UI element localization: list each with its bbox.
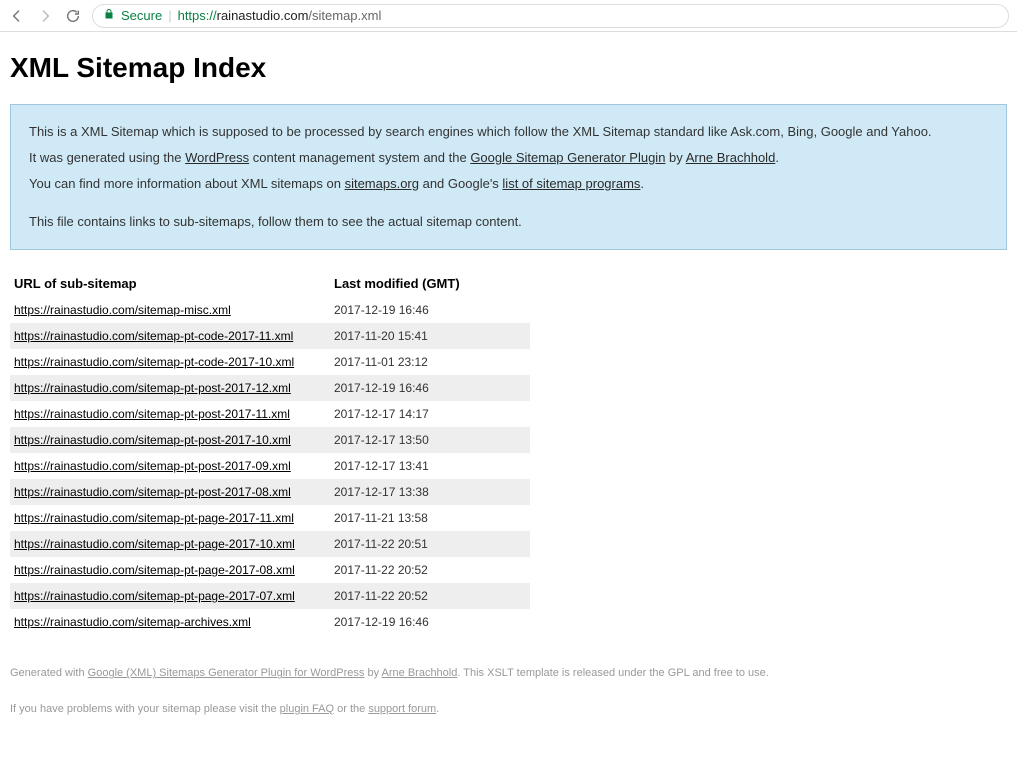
sitemap-link[interactable]: https://rainastudio.com/sitemap-pt-post-… xyxy=(14,485,291,499)
sitemap-url-cell: https://rainastudio.com/sitemap-archives… xyxy=(10,609,330,635)
wordpress-link[interactable]: WordPress xyxy=(185,150,249,165)
sitemap-date-cell: 2017-11-20 15:41 xyxy=(330,323,530,349)
sitemap-link[interactable]: https://rainastudio.com/sitemap-pt-post-… xyxy=(14,381,291,395)
sitemap-url-cell: https://rainastudio.com/sitemap-misc.xml xyxy=(10,297,330,323)
forward-button[interactable] xyxy=(36,7,54,25)
address-bar[interactable]: Secure | https://rainastudio.com/sitemap… xyxy=(92,4,1009,28)
page-content: XML Sitemap Index This is a XML Sitemap … xyxy=(0,32,1017,767)
sitemap-date-cell: 2017-11-01 23:12 xyxy=(330,349,530,375)
table-row: https://rainastudio.com/sitemap-pt-page-… xyxy=(10,531,530,557)
footer-problems: If you have problems with your sitemap p… xyxy=(10,701,1007,719)
sitemap-link[interactable]: https://rainastudio.com/sitemap-misc.xml xyxy=(14,303,231,317)
sitemap-url-cell: https://rainastudio.com/sitemap-pt-page-… xyxy=(10,557,330,583)
sitemap-date-cell: 2017-11-22 20:51 xyxy=(330,531,530,557)
table-row: https://rainastudio.com/sitemap-archives… xyxy=(10,609,530,635)
sitemap-link[interactable]: https://rainastudio.com/sitemap-pt-post-… xyxy=(14,459,291,473)
support-forum-link[interactable]: support forum xyxy=(368,703,436,715)
url-separator: | xyxy=(168,8,171,23)
sitemap-link[interactable]: https://rainastudio.com/sitemap-pt-page-… xyxy=(14,563,295,577)
sitemap-link[interactable]: https://rainastudio.com/sitemap-pt-code-… xyxy=(14,329,293,343)
sitemap-date-cell: 2017-12-19 16:46 xyxy=(330,297,530,323)
url-text: https://rainastudio.com/sitemap.xml xyxy=(178,8,382,23)
sitemap-date-cell: 2017-11-22 20:52 xyxy=(330,557,530,583)
sitemap-url-cell: https://rainastudio.com/sitemap-pt-post-… xyxy=(10,427,330,453)
sitemap-url-cell: https://rainastudio.com/sitemap-pt-page-… xyxy=(10,531,330,557)
sitemap-table: URL of sub-sitemap Last modified (GMT) h… xyxy=(10,270,530,635)
sitemap-date-cell: 2017-12-17 13:41 xyxy=(330,453,530,479)
plugin-link[interactable]: Google Sitemap Generator Plugin xyxy=(470,150,665,165)
secure-label: Secure xyxy=(121,8,162,23)
sitemap-link[interactable]: https://rainastudio.com/sitemap-pt-post-… xyxy=(14,407,290,421)
sitemap-url-cell: https://rainastudio.com/sitemap-pt-post-… xyxy=(10,401,330,427)
sitemap-programs-link[interactable]: list of sitemap programs xyxy=(502,176,640,191)
sitemap-link[interactable]: https://rainastudio.com/sitemap-archives… xyxy=(14,615,251,629)
sitemap-date-cell: 2017-11-21 13:58 xyxy=(330,505,530,531)
column-header-date: Last modified (GMT) xyxy=(330,270,530,297)
sitemap-url-cell: https://rainastudio.com/sitemap-pt-code-… xyxy=(10,323,330,349)
sitemap-date-cell: 2017-12-19 16:46 xyxy=(330,375,530,401)
info-line-3: You can find more information about XML … xyxy=(29,173,988,195)
plugin-faq-link[interactable]: plugin FAQ xyxy=(280,703,334,715)
table-row: https://rainastudio.com/sitemap-pt-post-… xyxy=(10,427,530,453)
sitemap-date-cell: 2017-12-19 16:46 xyxy=(330,609,530,635)
sitemap-url-cell: https://rainastudio.com/sitemap-pt-post-… xyxy=(10,375,330,401)
sitemap-url-cell: https://rainastudio.com/sitemap-pt-page-… xyxy=(10,583,330,609)
footer-generated: Generated with Google (XML) Sitemaps Gen… xyxy=(10,665,1007,683)
table-row: https://rainastudio.com/sitemap-pt-page-… xyxy=(10,557,530,583)
sitemap-url-cell: https://rainastudio.com/sitemap-pt-post-… xyxy=(10,453,330,479)
table-row: https://rainastudio.com/sitemap-misc.xml… xyxy=(10,297,530,323)
info-line-2: It was generated using the WordPress con… xyxy=(29,147,988,169)
table-row: https://rainastudio.com/sitemap-pt-code-… xyxy=(10,349,530,375)
sitemap-link[interactable]: https://rainastudio.com/sitemap-pt-post-… xyxy=(14,433,291,447)
footer-plugin-link[interactable]: Google (XML) Sitemaps Generator Plugin f… xyxy=(88,667,365,679)
sitemaps-org-link[interactable]: sitemaps.org xyxy=(345,176,419,191)
footer-author-link[interactable]: Arne Brachhold xyxy=(382,667,458,679)
footer: Generated with Google (XML) Sitemaps Gen… xyxy=(10,665,1007,718)
sitemap-link[interactable]: https://rainastudio.com/sitemap-pt-page-… xyxy=(14,511,294,525)
sitemap-url-cell: https://rainastudio.com/sitemap-pt-page-… xyxy=(10,505,330,531)
sitemap-link[interactable]: https://rainastudio.com/sitemap-pt-code-… xyxy=(14,355,294,369)
sitemap-link[interactable]: https://rainastudio.com/sitemap-pt-page-… xyxy=(14,537,295,551)
table-row: https://rainastudio.com/sitemap-pt-post-… xyxy=(10,375,530,401)
info-line-4: This file contains links to sub-sitemaps… xyxy=(29,211,988,233)
table-row: https://rainastudio.com/sitemap-pt-page-… xyxy=(10,505,530,531)
sitemap-date-cell: 2017-11-22 20:52 xyxy=(330,583,530,609)
table-row: https://rainastudio.com/sitemap-pt-post-… xyxy=(10,453,530,479)
table-row: https://rainastudio.com/sitemap-pt-post-… xyxy=(10,401,530,427)
info-box: This is a XML Sitemap which is supposed … xyxy=(10,104,1007,250)
sitemap-url-cell: https://rainastudio.com/sitemap-pt-code-… xyxy=(10,349,330,375)
table-row: https://rainastudio.com/sitemap-pt-code-… xyxy=(10,323,530,349)
sitemap-date-cell: 2017-12-17 14:17 xyxy=(330,401,530,427)
info-line-1: This is a XML Sitemap which is supposed … xyxy=(29,121,988,143)
lock-icon xyxy=(103,8,115,23)
sitemap-url-cell: https://rainastudio.com/sitemap-pt-post-… xyxy=(10,479,330,505)
reload-button[interactable] xyxy=(64,7,82,25)
back-button[interactable] xyxy=(8,7,26,25)
page-title: XML Sitemap Index xyxy=(10,52,1007,84)
sitemap-date-cell: 2017-12-17 13:50 xyxy=(330,427,530,453)
author-link[interactable]: Arne Brachhold xyxy=(686,150,776,165)
table-row: https://rainastudio.com/sitemap-pt-post-… xyxy=(10,479,530,505)
sitemap-link[interactable]: https://rainastudio.com/sitemap-pt-page-… xyxy=(14,589,295,603)
table-row: https://rainastudio.com/sitemap-pt-page-… xyxy=(10,583,530,609)
browser-toolbar: Secure | https://rainastudio.com/sitemap… xyxy=(0,0,1017,32)
column-header-url: URL of sub-sitemap xyxy=(10,270,330,297)
sitemap-date-cell: 2017-12-17 13:38 xyxy=(330,479,530,505)
